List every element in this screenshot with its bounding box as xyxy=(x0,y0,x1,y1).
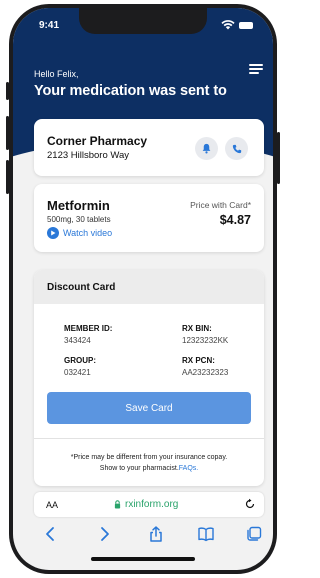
wifi-icon xyxy=(221,20,235,30)
tabs-icon[interactable] xyxy=(245,525,263,543)
medication-card: Metformin 500mg, 30 tablets Watch video … xyxy=(34,184,264,252)
rx-pcn-value: AA23232323 xyxy=(182,368,229,377)
notch xyxy=(79,8,207,34)
group-value: 032421 xyxy=(64,368,91,377)
watch-video-label: Watch video xyxy=(63,228,113,238)
discount-card-header: Discount Card xyxy=(34,270,264,304)
medication-dose: 500mg, 30 tablets xyxy=(47,215,111,224)
menu-icon[interactable] xyxy=(249,64,263,76)
faq-link[interactable]: FAQs. xyxy=(179,465,198,472)
url-text: rxinform.org xyxy=(125,499,179,510)
url-display[interactable]: rxinform.org xyxy=(114,499,178,510)
member-id-label: MEMBER ID: xyxy=(64,324,113,333)
disclaimer-text: Show to your pharmacist. xyxy=(99,465,179,472)
discount-card-title: Discount Card xyxy=(47,282,116,293)
back-icon[interactable] xyxy=(42,525,60,543)
screen: 9:41 Hello Felix, Your medication was se… xyxy=(13,8,273,570)
pharmacy-card: Corner Pharmacy 2123 Hillsboro Way xyxy=(34,119,264,176)
play-icon xyxy=(47,227,59,239)
mute-switch xyxy=(6,82,9,100)
bell-icon xyxy=(202,143,211,154)
home-indicator xyxy=(91,557,195,561)
save-card-button[interactable]: Save Card xyxy=(47,392,251,424)
phone-icon xyxy=(232,144,241,153)
forward-icon[interactable] xyxy=(95,525,113,543)
disclaimer-line-2: Show to your pharmacist.FAQs. xyxy=(44,463,254,474)
reload-icon[interactable] xyxy=(244,498,256,510)
status-time: 9:41 xyxy=(39,20,60,31)
pharmacy-address: 2123 Hillsboro Way xyxy=(47,150,130,161)
price-value: $4.87 xyxy=(219,213,251,227)
phone-frame: 9:41 Hello Felix, Your medication was se… xyxy=(6,4,280,574)
price-label: Price with Card* xyxy=(190,200,251,210)
page-title: Your medication was sent to xyxy=(34,83,227,99)
bookmarks-icon[interactable] xyxy=(197,525,215,543)
watch-video-link[interactable]: Watch video xyxy=(47,227,112,239)
rx-pcn-label: RX PCN: xyxy=(182,356,215,365)
call-button[interactable] xyxy=(225,137,248,160)
power-button xyxy=(277,132,280,184)
medication-name: Metformin xyxy=(47,198,110,213)
notify-button[interactable] xyxy=(195,137,218,160)
text-size-button[interactable]: AA xyxy=(46,500,58,510)
pharmacy-name: Corner Pharmacy xyxy=(47,134,148,148)
share-icon[interactable] xyxy=(147,525,165,543)
volume-up-button xyxy=(6,116,9,150)
disclaimer-line-1: *Price may be different from your insura… xyxy=(70,454,228,461)
rx-bin-value: 12323232KK xyxy=(182,336,229,345)
price-disclaimer: *Price may be different from your insura… xyxy=(44,452,254,474)
address-bar[interactable]: AA rxinform.org xyxy=(34,492,264,517)
divider xyxy=(34,438,264,439)
group-label: GROUP: xyxy=(64,356,96,365)
greeting: Hello Felix, xyxy=(34,69,79,79)
battery-icon xyxy=(239,22,253,29)
discount-card: Discount Card MEMBER ID: 343424 RX BIN: … xyxy=(34,270,264,486)
member-id-value: 343424 xyxy=(64,336,91,345)
lock-icon xyxy=(114,500,121,509)
rx-bin-label: RX BIN: xyxy=(182,324,212,333)
volume-down-button xyxy=(6,160,9,194)
